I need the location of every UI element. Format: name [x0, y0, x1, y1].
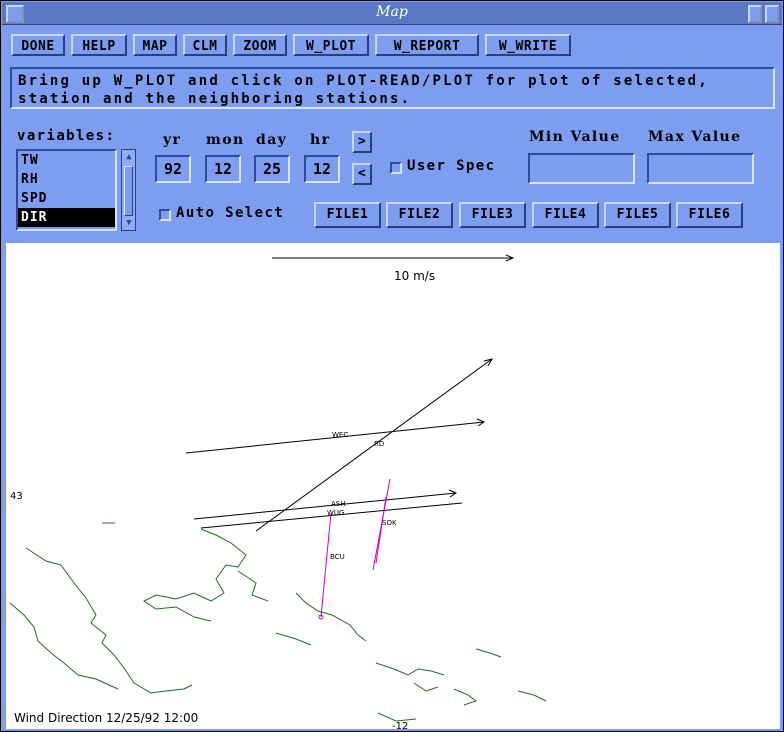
max-value-field[interactable] — [647, 153, 754, 184]
station-label: ASH — [331, 500, 346, 508]
station-label: WEC — [332, 431, 348, 439]
variables-list[interactable]: TW RH SPD DIR — [16, 149, 117, 231]
prev-time-button[interactable]: < — [352, 163, 372, 185]
yr-label: yr — [163, 132, 182, 148]
auto-select-label: Auto Select — [176, 205, 285, 221]
yr-field[interactable]: 92 — [155, 155, 191, 183]
day-field[interactable]: 25 — [254, 155, 290, 183]
coastline — [9, 522, 547, 722]
scroll-thumb[interactable] — [124, 166, 133, 216]
hr-label: hr — [310, 132, 331, 148]
help-button[interactable]: HELP — [71, 34, 127, 56]
min-value-field[interactable] — [528, 153, 635, 184]
file5-button[interactable]: FILE5 — [604, 202, 671, 228]
variables-label: variables: — [17, 128, 116, 144]
scroll-down-icon[interactable]: ▼ — [123, 217, 135, 229]
max-value-label: Max Value — [648, 129, 742, 145]
map-window: Map DONE HELP MAP CLM ZOOM W_PLOT W_REPO… — [0, 0, 784, 732]
map-canvas[interactable]: 10 m/s WEC RD ASH WUG BCU SOK 43 -12 Win… — [6, 243, 780, 729]
scroll-up-icon[interactable]: ▲ — [123, 151, 135, 163]
variable-item-tw[interactable]: TW — [18, 151, 115, 170]
file2-button[interactable]: FILE2 — [386, 202, 453, 228]
station-label: RD — [374, 440, 384, 448]
day-label: day — [256, 132, 288, 148]
map-button[interactable]: MAP — [133, 34, 177, 56]
variable-item-rh[interactable]: RH — [18, 170, 115, 189]
minimize-button[interactable] — [748, 5, 762, 23]
message-box: Bring up W_PLOT and click on PLOT-READ/P… — [10, 67, 775, 109]
message-line-1: Bring up W_PLOT and click on PLOT-READ/P… — [18, 73, 709, 89]
variable-item-dir[interactable]: DIR — [18, 208, 115, 227]
next-time-button[interactable]: > — [352, 131, 372, 153]
variables-scrollbar[interactable]: ▲ ▼ — [121, 149, 136, 231]
w-write-button[interactable]: W_WRITE — [485, 34, 571, 56]
done-button[interactable]: DONE — [11, 34, 65, 56]
clm-button[interactable]: CLM — [183, 34, 227, 56]
file1-button[interactable]: FILE1 — [314, 202, 381, 228]
file6-button[interactable]: FILE6 — [676, 202, 743, 228]
variable-item-spd[interactable]: SPD — [18, 189, 115, 208]
station-label: BCU — [330, 553, 345, 561]
station-label: WUG — [327, 509, 344, 517]
mon-field[interactable]: 12 — [205, 155, 241, 183]
station-label: SOK — [382, 519, 397, 527]
file3-button[interactable]: FILE3 — [459, 202, 526, 228]
wind-vector — [193, 492, 457, 520]
user-spec-checkbox[interactable] — [390, 162, 402, 174]
highlight-vector — [320, 512, 332, 618]
scale-label: 10 m/s — [394, 269, 435, 283]
w-plot-button[interactable]: W_PLOT — [293, 34, 369, 56]
window-title: Map — [376, 4, 408, 20]
auto-select-checkbox[interactable] — [159, 209, 171, 221]
title-bar[interactable]: Map — [2, 2, 782, 25]
user-spec-label: User Spec — [407, 158, 496, 174]
map-footer: Wind Direction 12/25/92 12:00 — [14, 711, 198, 725]
wind-vector-map: 10 m/s WEC RD ASH WUG BCU SOK 43 -12 Win… — [9, 254, 547, 729]
highlight-vector — [375, 496, 387, 564]
w-report-button[interactable]: W_REPORT — [375, 34, 479, 56]
mon-label: mon — [206, 132, 245, 148]
file4-button[interactable]: FILE4 — [532, 202, 599, 228]
min-value-label: Min Value — [529, 129, 621, 145]
maximize-button[interactable] — [765, 5, 779, 23]
zoom-button[interactable]: ZOOM — [233, 34, 287, 56]
latitude-label: 43 — [10, 491, 23, 502]
latitude-label-bottom: -12 — [392, 721, 408, 729]
message-line-2: station and the neighboring stations. — [18, 91, 412, 107]
hr-field[interactable]: 12 — [304, 155, 340, 183]
